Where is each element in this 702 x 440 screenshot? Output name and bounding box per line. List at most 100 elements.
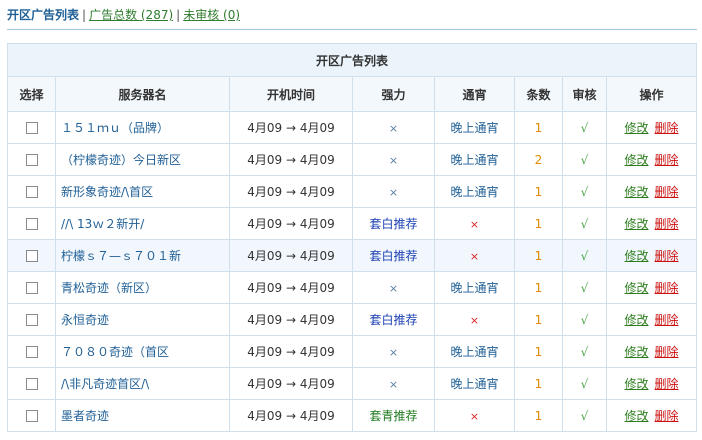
open-time: 4月09 → 4月09: [229, 303, 353, 336]
approved-check-icon: √: [580, 376, 589, 391]
actions-cell: 修改 删除: [605, 399, 698, 432]
delete-link[interactable]: 删除: [655, 409, 679, 423]
server-name[interactable]: 永恒奇迹: [55, 303, 230, 336]
table-caption-row: 开区广告列表: [6, 43, 698, 77]
review-cell: √: [562, 271, 607, 304]
review-cell: √: [562, 367, 607, 400]
row-select-cell: [7, 239, 56, 272]
open-time: 4月09 → 4月09: [229, 271, 353, 304]
overnight-cell: 晚上通宵: [434, 175, 515, 208]
row-select-checkbox[interactable]: [25, 218, 38, 230]
review-cell: √: [562, 175, 607, 208]
overnight-value: ×: [469, 409, 480, 423]
open-time: 4月09 → 4月09: [229, 207, 353, 240]
power-cell: ×: [352, 111, 435, 144]
edit-link[interactable]: 修改: [624, 345, 648, 359]
count-value: 1: [534, 184, 543, 199]
row-select-cell: [7, 399, 56, 432]
delete-link[interactable]: 删除: [655, 217, 679, 231]
row-select-checkbox[interactable]: [25, 154, 38, 166]
actions-cell: 修改 删除: [605, 303, 698, 336]
actions-cell: 修改 删除: [605, 207, 698, 240]
power-cell: 套白推荐: [352, 207, 435, 240]
table-header-row: 选择 服务器名 开机时间 强力 通宵 条数 审核 操作: [7, 76, 698, 112]
review-cell: √: [562, 303, 607, 336]
row-select-checkbox[interactable]: [25, 186, 38, 198]
delete-link[interactable]: 删除: [655, 185, 679, 199]
overnight-cell: ×: [434, 239, 515, 272]
server-name[interactable]: １５１ｍｕ（品牌）: [55, 111, 230, 144]
approved-check-icon: √: [580, 152, 589, 167]
server-name[interactable]: //\ 13ｗ２新开/: [55, 207, 230, 240]
edit-link[interactable]: 修改: [624, 313, 648, 327]
server-name[interactable]: ７０８０奇迹（首区: [55, 335, 230, 368]
edit-link[interactable]: 修改: [624, 409, 648, 423]
review-cell: √: [562, 239, 607, 272]
count-value: 1: [534, 216, 543, 231]
delete-link[interactable]: 删除: [655, 121, 679, 135]
row-select-checkbox[interactable]: [25, 314, 38, 326]
row-select-checkbox[interactable]: [25, 346, 38, 358]
overnight-cell: 晚上通宵: [434, 111, 515, 144]
count-value: 1: [534, 344, 543, 359]
header-open-time: 开机时间: [229, 76, 353, 112]
edit-link[interactable]: 修改: [624, 185, 648, 199]
server-name[interactable]: 青松奇迹（新区）: [55, 271, 230, 304]
count-value: 1: [534, 280, 543, 295]
power-value: 套白推荐: [369, 217, 418, 231]
approved-check-icon: √: [580, 280, 589, 295]
power-value: ×: [388, 377, 399, 391]
approved-check-icon: √: [580, 408, 589, 423]
power-value: 套青推荐: [369, 409, 418, 423]
overnight-cell: ×: [434, 303, 515, 336]
row-select-checkbox[interactable]: [25, 410, 38, 422]
server-name[interactable]: /\非凡奇迹首区/\: [55, 367, 230, 400]
delete-link[interactable]: 删除: [655, 345, 679, 359]
overnight-value: 晚上通宵: [450, 121, 499, 135]
actions-cell: 修改 删除: [605, 367, 698, 400]
overnight-cell: 晚上通宵: [434, 143, 515, 176]
delete-link[interactable]: 删除: [655, 281, 679, 295]
table-row: １５１ｍｕ（品牌） 4月09 → 4月09 × 晚上通宵 1 √ 修改 删除: [7, 111, 698, 144]
nav-current-title: 开区广告列表: [7, 8, 80, 22]
nav-divider: [7, 29, 697, 30]
approved-check-icon: √: [580, 312, 589, 327]
row-select-checkbox[interactable]: [25, 378, 38, 390]
delete-link[interactable]: 删除: [655, 313, 679, 327]
overnight-value: ×: [469, 313, 480, 327]
table-row: 墨者奇迹 4月09 → 4月09 套青推荐 × 1 √ 修改 删除: [7, 399, 698, 432]
nav-pending-review-link[interactable]: 未审核 (0): [183, 8, 240, 22]
overnight-value: 晚上通宵: [450, 281, 499, 295]
table-row: 新形象奇迹/\首区 4月09 → 4月09 × 晚上通宵 1 √ 修改 删除: [7, 175, 698, 208]
row-select-checkbox[interactable]: [25, 122, 38, 134]
actions-cell: 修改 删除: [605, 335, 698, 368]
power-value: ×: [388, 185, 399, 199]
delete-link[interactable]: 删除: [655, 377, 679, 391]
row-select-checkbox[interactable]: [25, 282, 38, 294]
approved-check-icon: √: [580, 248, 589, 263]
overnight-cell: ×: [434, 399, 515, 432]
actions-cell: 修改 删除: [605, 271, 698, 304]
delete-link[interactable]: 删除: [655, 153, 679, 167]
edit-link[interactable]: 修改: [624, 377, 648, 391]
review-cell: √: [562, 143, 607, 176]
server-name[interactable]: （柠檬奇迹）今日新区: [55, 143, 230, 176]
edit-link[interactable]: 修改: [624, 281, 648, 295]
count-value: 1: [534, 248, 543, 263]
header-server-name: 服务器名: [55, 76, 230, 112]
edit-link[interactable]: 修改: [624, 153, 648, 167]
header-power: 强力: [352, 76, 435, 112]
delete-link[interactable]: 删除: [655, 249, 679, 263]
edit-link[interactable]: 修改: [624, 121, 648, 135]
row-select-checkbox[interactable]: [25, 250, 38, 262]
server-name[interactable]: 新形象奇迹/\首区: [55, 175, 230, 208]
power-value: ×: [388, 345, 399, 359]
edit-link[interactable]: 修改: [624, 217, 648, 231]
server-name[interactable]: 柠檬ｓ７—ｓ７０１新: [55, 239, 230, 272]
overnight-cell: 晚上通宵: [434, 271, 515, 304]
server-name[interactable]: 墨者奇迹: [55, 399, 230, 432]
nav-total-ads-link[interactable]: 广告总数 (287): [89, 8, 173, 22]
power-cell: ×: [352, 175, 435, 208]
edit-link[interactable]: 修改: [624, 249, 648, 263]
count-cell: 2: [514, 143, 563, 176]
